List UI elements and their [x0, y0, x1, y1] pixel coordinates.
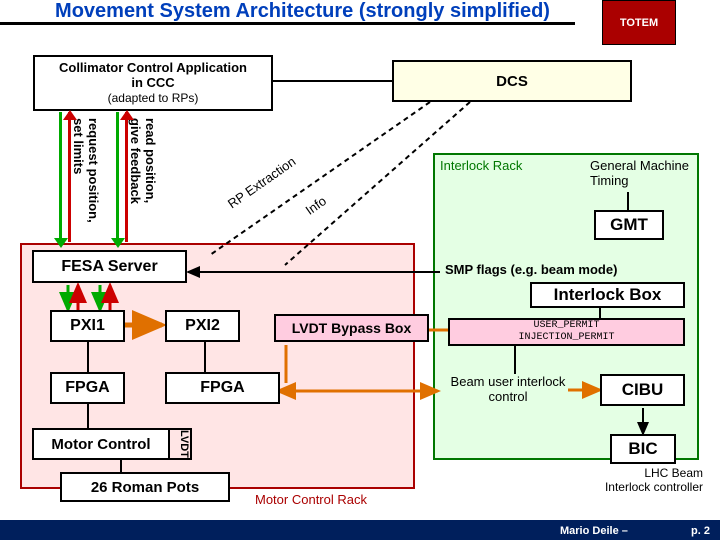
- motor-rack-label: Motor Control Rack: [255, 492, 367, 507]
- fpga2-box: FPGA: [165, 372, 280, 404]
- pxi2-box: PXI2: [165, 310, 240, 342]
- footer-author: Mario Deile –: [560, 525, 628, 537]
- permits-box: USER_PERMITINJECTION_PERMIT: [448, 318, 685, 346]
- collimator-box: Collimator Control Application in CCC (a…: [33, 55, 273, 111]
- label: (adapted to RPs): [108, 91, 199, 105]
- motor-control-box: Motor Control: [32, 428, 170, 460]
- beam-user-label: Beam user interlock control: [448, 374, 568, 404]
- vlabel-read: read position,give feedback: [128, 118, 158, 236]
- lhc-beam-label: LHC BeamInterlock controller: [588, 466, 703, 494]
- pxi1-box: PXI1: [50, 310, 125, 342]
- bic-box: BIC: [610, 434, 676, 464]
- gmt-box: GMT: [594, 210, 664, 240]
- roman-pots-box: 26 Roman Pots: [60, 472, 230, 502]
- interlock-box: Interlock Box: [530, 282, 685, 308]
- smp-label: SMP flags (e.g. beam mode): [445, 262, 617, 277]
- rp-ext-label: RP Extraction: [225, 154, 299, 212]
- footer-page: p. 2: [691, 525, 710, 537]
- label: in CCC: [131, 75, 174, 90]
- interlock-rack-label: Interlock Rack: [440, 158, 522, 173]
- page-title: Movement System Architecture (strongly s…: [25, 0, 580, 23]
- dcs-box: DCS: [392, 60, 632, 102]
- fesa-box: FESA Server: [32, 250, 187, 283]
- vlabel-request: request position,set limits: [71, 118, 101, 236]
- cibu-box: CIBU: [600, 374, 685, 406]
- fpga1-box: FPGA: [50, 372, 125, 404]
- gmt-text: General Machine Timing: [590, 158, 700, 188]
- info-label: Info: [303, 193, 329, 218]
- lvdt-box: LVDT: [170, 428, 192, 460]
- lvdt-bypass-box: LVDT Bypass Box: [274, 314, 429, 342]
- logo: TOTEM: [602, 0, 676, 45]
- label: Collimator Control Application: [59, 60, 247, 75]
